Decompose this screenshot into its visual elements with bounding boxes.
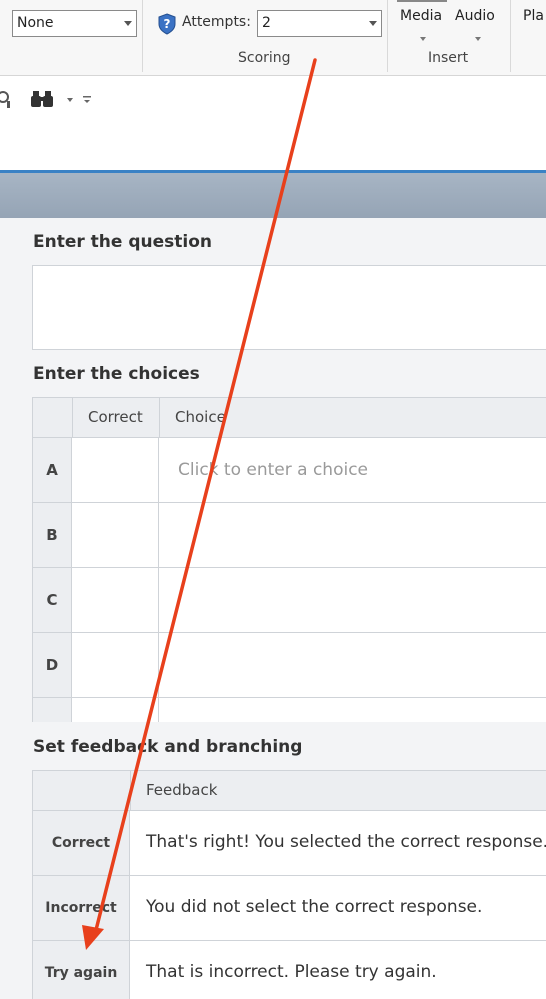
media-dropdown-arrow-icon[interactable] bbox=[420, 37, 426, 41]
feedback-grid-header: Feedback bbox=[33, 771, 546, 811]
feedback-grid: Feedback Correct That's right! You selec… bbox=[32, 770, 546, 999]
grid-divider bbox=[72, 398, 73, 438]
feedback-dropdown-value: None bbox=[17, 15, 54, 31]
grid-divider bbox=[130, 771, 131, 811]
ribbon-separator bbox=[387, 0, 388, 72]
media-button-highlight bbox=[397, 0, 447, 2]
tools-icon[interactable] bbox=[0, 89, 16, 109]
choice-letter: C bbox=[33, 568, 72, 632]
feedback-row[interactable]: Try again That is incorrect. Please try … bbox=[33, 941, 546, 999]
attempts-label: Attempts: bbox=[182, 14, 251, 30]
chevron-down-icon bbox=[124, 21, 132, 26]
choice-row[interactable]: B bbox=[33, 503, 546, 568]
correct-cell[interactable] bbox=[72, 503, 159, 567]
insert-group-label: Insert bbox=[428, 50, 469, 66]
shield-help-icon: ? bbox=[158, 13, 176, 35]
binoculars-icon[interactable] bbox=[31, 89, 55, 109]
feedback-row-label: Try again bbox=[33, 941, 130, 999]
feedback-row[interactable]: Correct That's right! You selected the c… bbox=[33, 811, 546, 876]
feedback-row-label: Correct bbox=[33, 811, 130, 875]
feedback-text[interactable]: That is incorrect. Please try again. bbox=[146, 962, 437, 982]
ribbon: None ? Attempts: 2 Scoring Media Audio I… bbox=[0, 0, 546, 76]
ribbon-separator bbox=[510, 0, 511, 72]
choices-grid-header: Correct Choice bbox=[33, 398, 546, 438]
choice-row[interactable]: E bbox=[33, 698, 546, 722]
customize-toolbar-icon[interactable] bbox=[82, 95, 92, 105]
slide-header-band bbox=[0, 170, 546, 218]
choice-letter: B bbox=[33, 503, 72, 567]
feedback-row[interactable]: Incorrect You did not select the correct… bbox=[33, 876, 546, 941]
media-button[interactable]: Media bbox=[400, 8, 442, 24]
svg-text:?: ? bbox=[164, 17, 171, 31]
feedback-column-header: Feedback bbox=[146, 781, 218, 799]
correct-cell[interactable] bbox=[72, 438, 159, 502]
correct-column-header: Correct bbox=[88, 408, 143, 426]
binoculars-dropdown-arrow-icon[interactable] bbox=[67, 98, 73, 102]
feedback-text[interactable]: That's right! You selected the correct r… bbox=[146, 832, 546, 852]
attempts-dropdown[interactable]: 2 bbox=[257, 10, 382, 37]
player-button[interactable]: Pla bbox=[523, 8, 544, 24]
ribbon-separator bbox=[142, 0, 143, 72]
choice-row[interactable]: D bbox=[33, 633, 546, 698]
choice-text[interactable]: Click to enter a choice bbox=[178, 460, 368, 480]
choice-letter: E bbox=[33, 698, 72, 722]
attempts-value: 2 bbox=[262, 15, 271, 31]
feedback-row-label: Incorrect bbox=[33, 876, 130, 940]
correct-cell[interactable] bbox=[72, 568, 159, 632]
choices-grid: Correct Choice A Click to enter a choice… bbox=[32, 397, 546, 722]
feedback-dropdown[interactable]: None bbox=[12, 10, 137, 37]
correct-cell[interactable] bbox=[72, 633, 159, 697]
choice-column-header: Choice bbox=[175, 408, 226, 426]
choice-row[interactable]: A Click to enter a choice bbox=[33, 438, 546, 503]
correct-cell[interactable] bbox=[72, 698, 159, 722]
chevron-down-icon bbox=[369, 21, 377, 26]
audio-button[interactable]: Audio bbox=[455, 8, 495, 24]
choices-section-title: Enter the choices bbox=[33, 364, 200, 384]
feedback-text[interactable]: You did not select the correct response. bbox=[146, 897, 482, 917]
choice-row[interactable]: C bbox=[33, 568, 546, 633]
feedback-section-title: Set feedback and branching bbox=[33, 737, 303, 757]
scoring-group-label: Scoring bbox=[238, 50, 291, 66]
audio-dropdown-arrow-icon[interactable] bbox=[475, 37, 481, 41]
question-input[interactable] bbox=[32, 265, 546, 350]
choice-letter: A bbox=[33, 438, 72, 502]
question-section-title: Enter the question bbox=[33, 232, 213, 252]
grid-divider bbox=[159, 398, 160, 438]
choice-letter: D bbox=[33, 633, 72, 697]
